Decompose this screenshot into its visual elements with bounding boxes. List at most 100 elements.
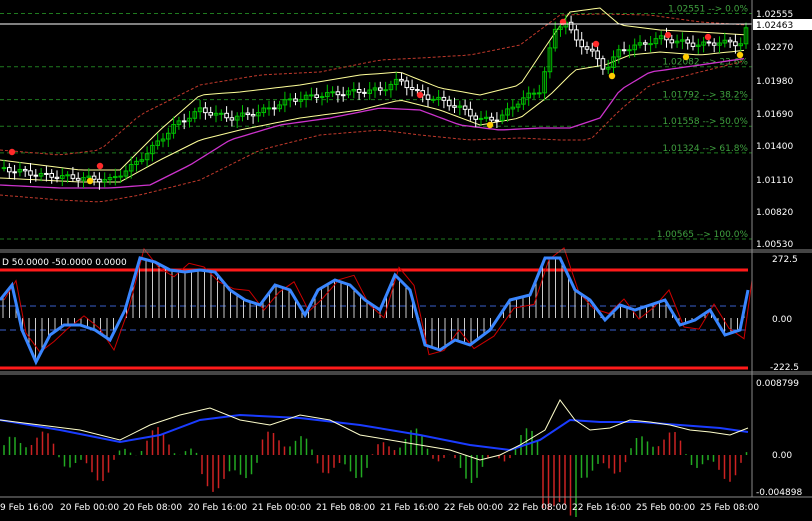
time-axis-label: 21 Feb 00:00 (252, 503, 311, 513)
candle-body (627, 49, 632, 52)
price-axis-label: 1.01690 (756, 110, 793, 120)
candle-body (468, 108, 473, 117)
price-axis-label: 1.01400 (756, 142, 793, 152)
candle-body (272, 107, 277, 110)
candle-body (415, 89, 420, 92)
time-axis[interactable]: 9 Feb 16:00 20 Feb 00:00 20 Feb 08:00 20… (0, 503, 759, 513)
candle-body (7, 167, 12, 173)
chart-canvas[interactable]: 1.02551 --> 0.0%1.02082 --> 23.6%1.01792… (0, 0, 812, 521)
candle-body (584, 46, 590, 50)
candle-body (118, 175, 123, 178)
candle-body (404, 80, 410, 89)
candle-body (685, 39, 691, 44)
trading-chart[interactable]: 1.02551 --> 0.0% 1.02082 --> 23.6% 1.01792… (0, 0, 812, 521)
candle-body (446, 99, 452, 107)
candle-body (314, 94, 319, 98)
candle-body (595, 50, 600, 60)
candle-body (409, 87, 415, 91)
oscillator-header: D 50.0000 -50.0000 0.0000 (2, 258, 127, 268)
time-axis-label: 9 Feb 16:00 (0, 503, 54, 513)
candle-body (287, 98, 293, 101)
candle-body (441, 96, 447, 101)
signal-dot (682, 53, 690, 61)
oscillator-axis-label: 272.5 (772, 255, 798, 265)
candle-body (733, 41, 738, 47)
candle-body (727, 39, 733, 43)
candle-body (208, 112, 213, 116)
candle-body (383, 89, 388, 92)
candle-body (489, 116, 494, 121)
fib-level-label: 1.01792 --> 38.2% (662, 91, 748, 101)
price-axis-label: 1.02555 (756, 10, 793, 20)
signal-dot (736, 51, 744, 59)
candle-body (362, 91, 367, 94)
candle-body (75, 177, 81, 181)
candle-body (266, 107, 272, 110)
candle-body (330, 91, 335, 94)
candle-body (70, 174, 76, 179)
candle-body (399, 78, 404, 82)
time-axis-label: 20 Feb 16:00 (188, 503, 247, 513)
candle-body (431, 98, 436, 101)
candle-body (574, 29, 579, 41)
candle-body (478, 117, 484, 120)
candle-body (590, 48, 595, 52)
candle-body (224, 112, 229, 119)
signal-dot (608, 72, 616, 80)
candle-body (473, 115, 478, 120)
candle-body (229, 117, 235, 121)
time-axis-label: 21 Feb 16:00 (380, 503, 439, 513)
candle-body (250, 114, 256, 117)
candle-body (356, 88, 362, 93)
candle-body (669, 39, 675, 44)
time-axis-label: 22 Feb 00:00 (444, 503, 503, 513)
fib-level-label: 1.02551 --> 0.0% (668, 4, 748, 14)
current-price-label: 1.02463 (756, 21, 793, 31)
candle-body (600, 58, 606, 70)
time-axis-label: 25 Feb 08:00 (700, 503, 759, 513)
signal-dot (86, 177, 94, 185)
price-axis-label: 1.00820 (756, 208, 793, 218)
time-axis-label: 22 Feb 08:00 (508, 503, 567, 513)
signal-dot (486, 121, 494, 129)
signal-dot (96, 162, 104, 170)
candle-body (340, 94, 346, 97)
candle-body (690, 42, 696, 47)
signal-dot (664, 31, 672, 39)
price-axis-label: 1.01110 (756, 176, 793, 186)
candle-body (309, 94, 314, 97)
candle-body (33, 174, 39, 177)
candle-body (621, 49, 627, 52)
candle-body (113, 176, 118, 179)
candle-body (494, 119, 500, 122)
candle-body (203, 107, 208, 114)
candle-body (54, 176, 60, 179)
candle-body (293, 98, 298, 102)
macd-axis-label: 0.00 (772, 451, 792, 461)
signal-dot (592, 40, 600, 48)
signal-dot (704, 33, 712, 41)
candle-body (706, 41, 712, 44)
signal-dot (8, 148, 16, 156)
fib-level-label: 1.01558 --> 50.0% (662, 117, 748, 127)
candle-body (568, 21, 574, 31)
candle-body (49, 172, 55, 178)
candle-body (22, 168, 28, 172)
candle-body (28, 170, 33, 176)
signal-dot (416, 91, 424, 99)
candle-body (1, 167, 7, 170)
price-axis-label: 1.01980 (756, 77, 793, 87)
candle-body (643, 42, 648, 45)
candle-body (91, 175, 97, 180)
fib-level-label: 1.00565 --> 100.0% (657, 230, 749, 240)
candle-body (97, 178, 102, 183)
oscillator-axis-label: 0.00 (772, 315, 792, 325)
candle-body (12, 171, 17, 174)
candle-body (462, 105, 468, 110)
macd-axis-label: 0.008799 (756, 379, 799, 389)
candle-body (579, 39, 585, 48)
macd-axis-label: -0.004898 (756, 488, 802, 498)
time-axis-label: 22 Feb 16:00 (572, 503, 631, 513)
candle-body (335, 91, 341, 96)
candle-body (378, 87, 383, 91)
